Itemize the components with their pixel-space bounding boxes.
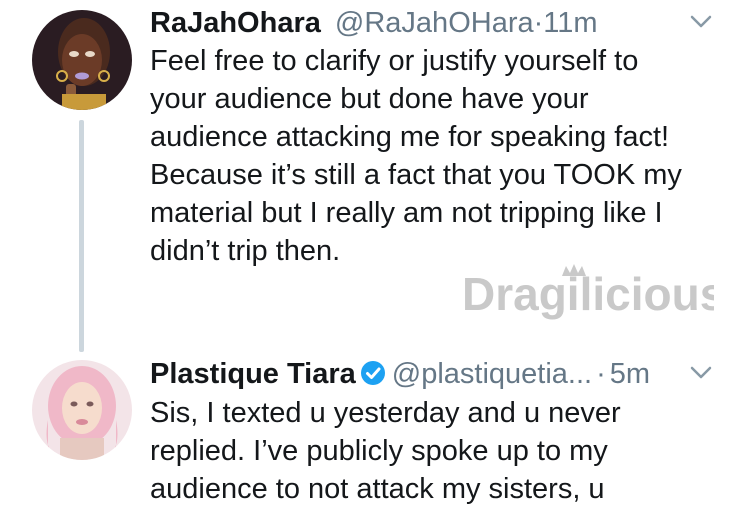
watermark-text: Dragilicious [462,268,714,320]
thread-line [79,120,84,352]
tweet-line: Sis, I texted u yesterday and u never [150,397,621,429]
avatar-rajahohara[interactable] [32,10,132,110]
separator-dot: · [533,7,544,39]
tweet-line: Feel free to clarify or justify yourself… [150,45,639,77]
tweet-line: audience to not attack my sisters, u [150,473,605,505]
tweet-time[interactable]: 11m [543,7,597,39]
tweet-text: Feel free to clarify or justify yourself… [150,42,730,270]
separator-dot: · [596,358,606,390]
author-name[interactable]: RaJahOhara [150,7,321,39]
tweet-line: replied. I’ve publicly spoke up to my [150,435,608,467]
tweet-header: RaJahOhara @RaJahOHara·11m [150,6,598,40]
author-handle[interactable]: @plastiquetia... [392,358,592,390]
verified-badge-icon [360,361,385,385]
tweet-line: Because it’s still a fact that you TOOK … [150,159,682,191]
author-name[interactable]: Plastique Tiara [150,358,356,390]
author-handle[interactable]: @RaJahOHara [335,7,534,39]
chevron-down-icon[interactable] [690,366,712,380]
chevron-down-icon[interactable] [690,15,712,29]
avatar-plastique-tiara[interactable] [32,360,132,460]
tweet-line: your audience but done have your [150,83,589,115]
tweet-header: Plastique Tiara @plastiquetia... · 5m [150,357,650,391]
watermark-logo: Dragilicious [462,264,714,320]
tweet-text: Sis, I texted u yesterday and u never re… [150,394,730,508]
tweet-line: audience attacking me for speaking fact! [150,121,670,153]
tweet-time[interactable]: 5m [610,358,650,390]
tweet-line: material but I really am not tripping li… [150,197,663,229]
